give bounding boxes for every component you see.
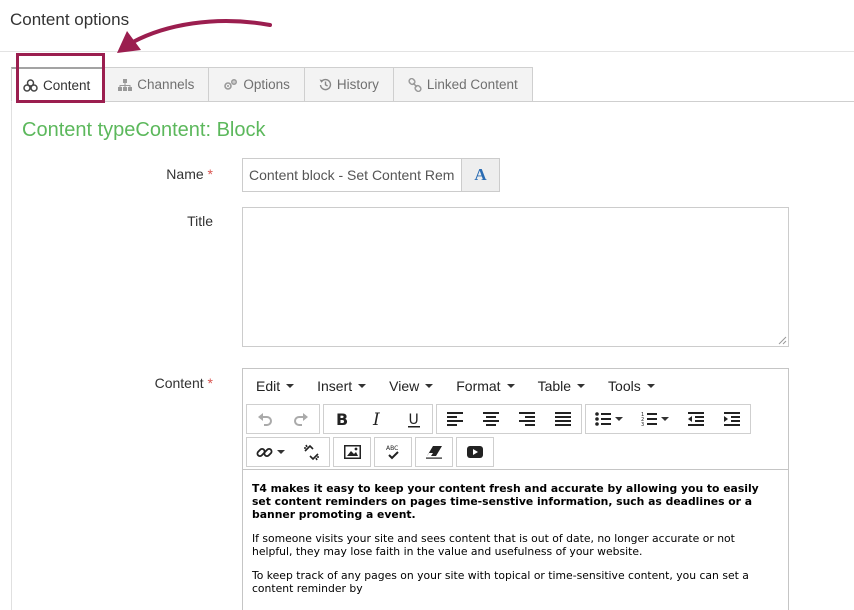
insert-video-button[interactable] bbox=[457, 438, 493, 466]
link-group bbox=[246, 437, 330, 467]
outdent-icon bbox=[688, 412, 704, 426]
numbered-list-button[interactable]: 123 bbox=[632, 405, 678, 433]
redo-button[interactable] bbox=[283, 405, 319, 433]
bullet-list-icon bbox=[595, 412, 611, 426]
title-label: Title bbox=[187, 213, 213, 229]
menu-label: View bbox=[389, 378, 420, 394]
numbered-list-icon: 123 bbox=[641, 412, 657, 427]
align-justify-icon bbox=[555, 412, 571, 426]
link-icon bbox=[256, 447, 272, 457]
underline-icon: U bbox=[408, 412, 420, 428]
svg-text:I: I bbox=[372, 411, 380, 427]
editor-menubar: Edit Insert View Format Table Tools bbox=[243, 369, 788, 403]
undo-button[interactable] bbox=[247, 405, 283, 433]
video-icon bbox=[467, 446, 483, 458]
align-justify-button[interactable] bbox=[545, 405, 581, 433]
menu-label: Edit bbox=[256, 378, 281, 394]
insert-image-button[interactable] bbox=[334, 438, 370, 466]
title-textarea[interactable] bbox=[242, 207, 789, 347]
italic-button[interactable]: I bbox=[360, 405, 396, 433]
name-label: Name * bbox=[0, 166, 213, 182]
align-center-icon bbox=[483, 412, 499, 426]
font-picker-button[interactable]: A bbox=[461, 158, 500, 192]
caret-down-icon bbox=[577, 384, 586, 388]
unlink-icon bbox=[303, 444, 319, 460]
required-marker: * bbox=[207, 166, 213, 182]
font-a-icon: A bbox=[474, 165, 487, 184]
required-marker: * bbox=[207, 375, 213, 391]
list-group: 123 bbox=[585, 404, 751, 434]
bullet-list-button[interactable] bbox=[586, 405, 632, 433]
rich-text-editor: Edit Insert View Format Table Tools B I … bbox=[242, 368, 789, 610]
menu-edit[interactable]: Edit bbox=[256, 378, 295, 394]
alignment-group bbox=[436, 404, 582, 434]
caret-down-icon bbox=[661, 417, 669, 421]
menu-label: Format bbox=[456, 378, 501, 394]
caret-down-icon bbox=[646, 384, 655, 388]
menu-label: Table bbox=[537, 378, 572, 394]
unlink-button[interactable] bbox=[293, 438, 329, 466]
clear-formatting-button[interactable] bbox=[416, 438, 452, 466]
caret-down-icon bbox=[615, 417, 623, 421]
align-right-button[interactable] bbox=[509, 405, 545, 433]
caret-down-icon bbox=[425, 384, 434, 388]
editor-toolbar-row-1: B I U 1 2 3 bbox=[243, 404, 788, 436]
bold-icon: B bbox=[336, 411, 348, 427]
align-center-button[interactable] bbox=[473, 405, 509, 433]
resize-grip-icon[interactable] bbox=[777, 335, 787, 345]
editor-content-area[interactable]: T4 makes it easy to keep your content fr… bbox=[252, 482, 772, 606]
redo-icon bbox=[294, 413, 308, 426]
media-group bbox=[456, 437, 494, 467]
eraser-icon bbox=[425, 446, 442, 459]
italic-icon: I bbox=[372, 411, 380, 427]
align-left-button[interactable] bbox=[437, 405, 473, 433]
insert-link-button[interactable] bbox=[247, 438, 293, 466]
content-label: Content * bbox=[0, 375, 213, 391]
name-label-text: Name bbox=[166, 166, 204, 182]
text-style-group: B I U bbox=[323, 404, 433, 434]
spellcheck-button[interactable]: ABC bbox=[375, 438, 411, 466]
history-group bbox=[246, 404, 320, 434]
content-type-heading: Content typeContent: Block bbox=[22, 119, 266, 141]
menu-view[interactable]: View bbox=[389, 378, 434, 394]
menu-insert[interactable]: Insert bbox=[317, 378, 367, 394]
outdent-button[interactable] bbox=[678, 405, 714, 433]
content-paragraph: T4 makes it easy to keep your content fr… bbox=[252, 482, 759, 521]
caret-down-icon bbox=[506, 384, 515, 388]
align-right-icon bbox=[519, 412, 535, 426]
indent-button[interactable] bbox=[714, 405, 750, 433]
bold-button[interactable]: B bbox=[324, 405, 360, 433]
svg-text:U: U bbox=[409, 412, 419, 428]
svg-text:3: 3 bbox=[641, 422, 644, 427]
caret-down-icon bbox=[286, 384, 295, 388]
image-icon bbox=[343, 445, 361, 459]
editor-toolbar-row-2: ABC bbox=[243, 437, 788, 469]
spellcheck-icon: ABC bbox=[386, 445, 399, 459]
underline-button[interactable]: U bbox=[396, 405, 432, 433]
svg-text:B: B bbox=[336, 411, 348, 427]
image-group bbox=[333, 437, 371, 467]
name-input[interactable]: Content block - Set Content Rem bbox=[242, 158, 462, 192]
menu-format[interactable]: Format bbox=[456, 378, 515, 394]
menu-label: Tools bbox=[608, 378, 641, 394]
content-paragraph: To keep track of any pages on your site … bbox=[252, 569, 749, 595]
clear-format-group bbox=[415, 437, 453, 467]
caret-down-icon bbox=[358, 384, 367, 388]
caret-down-icon bbox=[276, 450, 285, 454]
menu-tools[interactable]: Tools bbox=[608, 378, 655, 394]
menu-table[interactable]: Table bbox=[537, 378, 586, 394]
indent-icon bbox=[724, 412, 740, 426]
content-paragraph: If someone visits your site and sees con… bbox=[252, 532, 735, 558]
svg-text:ABC: ABC bbox=[386, 445, 398, 452]
spellcheck-group: ABC bbox=[374, 437, 412, 467]
content-label-text: Content bbox=[154, 375, 204, 391]
align-left-icon bbox=[447, 412, 463, 426]
toolbar-divider bbox=[243, 469, 788, 470]
undo-icon bbox=[258, 413, 272, 426]
menu-label: Insert bbox=[317, 378, 353, 394]
